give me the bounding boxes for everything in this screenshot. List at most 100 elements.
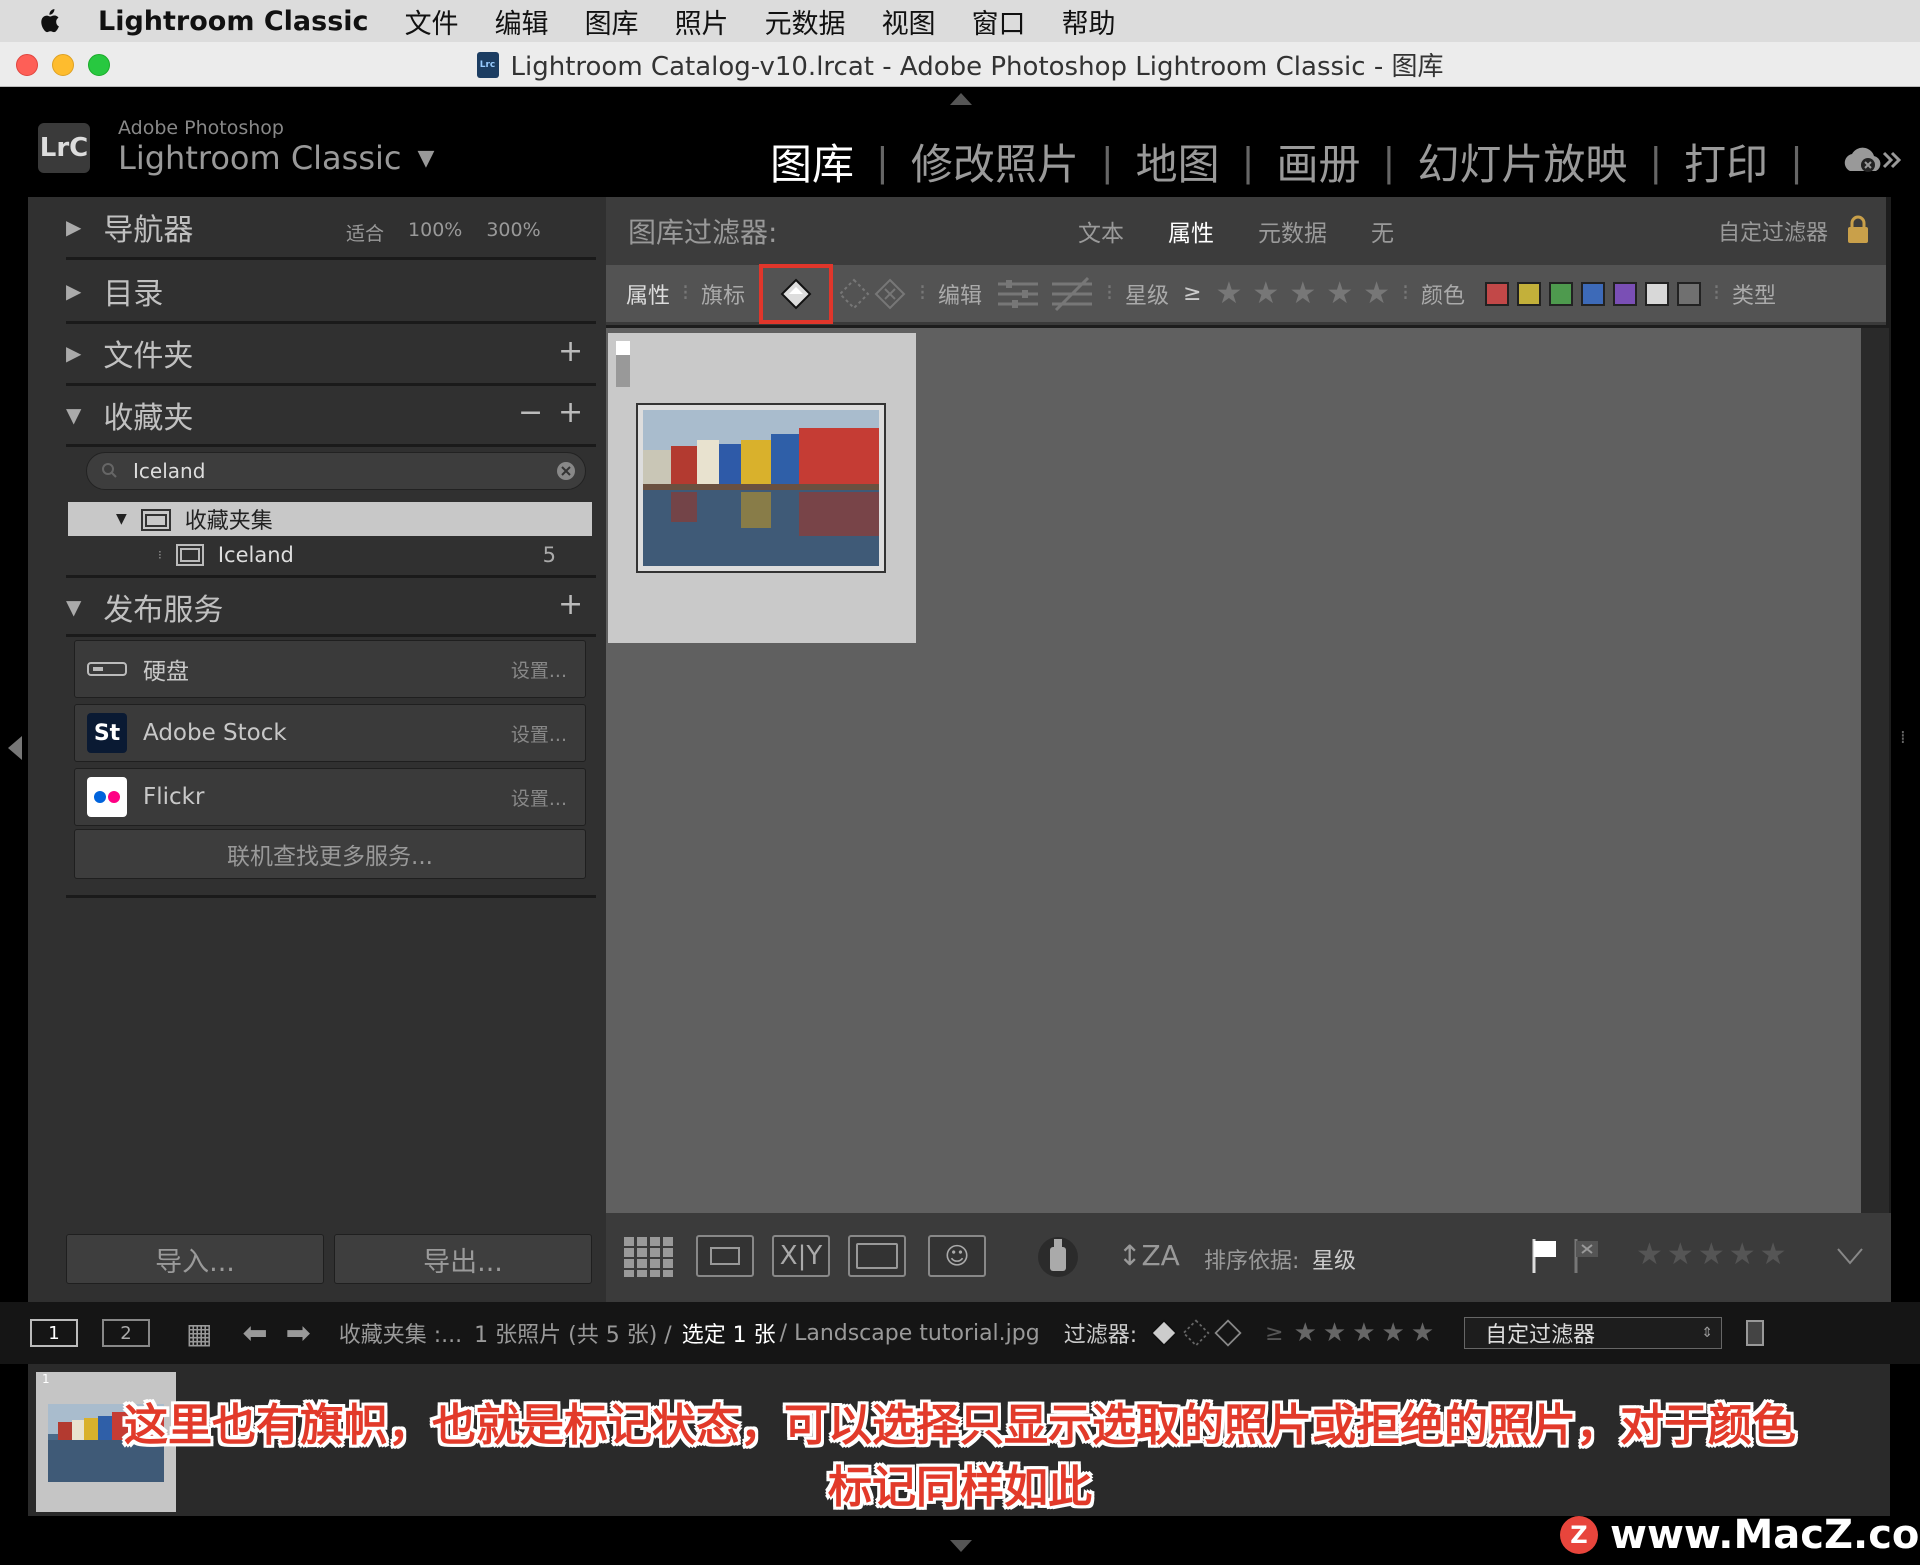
color-swatch[interactable] — [1485, 281, 1510, 306]
photo-thumbnail[interactable] — [636, 403, 886, 573]
grid-nav-icon[interactable]: ▦ — [186, 1317, 212, 1350]
toolbar-options-chevron-icon[interactable] — [1836, 1247, 1864, 1265]
publish-service-harddrive[interactable]: 硬盘 设置... — [74, 640, 586, 698]
edited-filter-icon[interactable] — [996, 276, 1040, 312]
pick-flag-icon[interactable] — [779, 277, 813, 311]
filmstrip-source[interactable]: 收藏夹集 :... — [339, 1317, 462, 1349]
star-icon[interactable]: ★ — [1216, 276, 1243, 311]
star-icon[interactable]: ★ — [1382, 1318, 1405, 1348]
menu-photo[interactable]: 照片 — [675, 2, 729, 41]
filter-tab-text[interactable]: 文本 — [1056, 214, 1146, 248]
star-icon[interactable]: ★ — [1729, 1237, 1756, 1272]
filmstrip-rating-operator[interactable]: ≥ — [1265, 1321, 1283, 1346]
add-publish-service-icon[interactable]: + — [558, 587, 583, 622]
folders-header[interactable]: ▶ 文件夹 — [66, 325, 604, 381]
grid-scrollbar[interactable] — [1861, 328, 1889, 1213]
rating-stars[interactable]: ★ ★ ★ ★ ★ — [1216, 276, 1391, 311]
painter-icon[interactable] — [1036, 1231, 1080, 1281]
star-icon[interactable]: ★ — [1326, 276, 1353, 311]
custom-filter-dropdown[interactable]: 自定过滤器 — [1718, 215, 1828, 247]
star-icon[interactable]: ★ — [1363, 276, 1390, 311]
flag-pick-icon[interactable] — [1530, 1237, 1560, 1275]
unflagged-filter-icon[interactable] — [837, 277, 871, 311]
primary-window-button[interactable]: 1 — [30, 1319, 78, 1347]
filter-tab-none[interactable]: 无 — [1349, 214, 1416, 248]
forward-arrow-icon[interactable]: ➡ — [286, 1316, 311, 1351]
identity-plate[interactable]: Lightroom Classic ▼ — [118, 139, 434, 177]
star-icon[interactable]: ★ — [1323, 1318, 1346, 1348]
star-icon[interactable]: ★ — [1294, 1318, 1317, 1348]
service-setup-link[interactable]: 设置... — [511, 784, 567, 811]
import-button[interactable]: 导入... — [66, 1234, 324, 1284]
star-icon[interactable]: ★ — [1698, 1237, 1725, 1272]
star-icon[interactable]: ★ — [1636, 1237, 1663, 1272]
menu-view[interactable]: 视图 — [882, 2, 936, 41]
grid-view-icon[interactable] — [622, 1235, 680, 1279]
star-icon[interactable]: ★ — [1289, 276, 1316, 311]
collapse-left-panel-icon[interactable] — [8, 736, 22, 760]
module-map[interactable]: 地图 — [1136, 131, 1220, 192]
module-print[interactable]: 打印 — [1684, 131, 1768, 192]
cloud-sync-icon[interactable] — [1840, 143, 1904, 177]
star-icon[interactable]: ★ — [1252, 276, 1279, 311]
add-collection-icon[interactable]: + — [558, 395, 583, 430]
rejected-flag-filter-icon[interactable] — [873, 277, 907, 311]
module-slideshow[interactable]: 幻灯片放映 — [1417, 131, 1627, 192]
module-library[interactable]: 图库 — [770, 131, 854, 192]
toolbar-rating-stars[interactable]: ★ ★ ★ ★ ★ — [1636, 1237, 1787, 1272]
menu-library[interactable]: 图库 — [585, 2, 639, 41]
publish-service-adobe-stock[interactable]: St Adobe Stock 设置... — [74, 704, 586, 762]
export-button[interactable]: 导出... — [334, 1234, 592, 1284]
remove-collection-icon[interactable]: − — [518, 395, 543, 430]
publish-services-header[interactable]: ▼ 发布服务 — [66, 579, 604, 635]
lock-icon[interactable] — [1846, 215, 1870, 245]
collection-row-iceland[interactable]: ⁝ Iceland 5 — [68, 537, 592, 573]
color-swatch[interactable] — [1613, 281, 1638, 306]
menu-metadata[interactable]: 元数据 — [765, 2, 846, 41]
add-folder-icon[interactable]: + — [558, 334, 583, 369]
filmstrip-pick-flag-icon[interactable] — [1149, 1318, 1179, 1348]
filmstrip-rating-stars[interactable]: ★ ★ ★ ★ ★ — [1294, 1318, 1435, 1348]
publish-service-flickr[interactable]: Flickr 设置... — [74, 768, 586, 826]
secondary-window-button[interactable]: 2 — [102, 1319, 150, 1347]
menu-help[interactable]: 帮助 — [1062, 2, 1116, 41]
star-icon[interactable]: ★ — [1352, 1318, 1375, 1348]
collapse-filmstrip-icon[interactable] — [950, 1540, 972, 1552]
service-setup-link[interactable]: 设置... — [511, 720, 567, 747]
apple-icon[interactable] — [38, 8, 60, 34]
zoom-fit[interactable]: 适合 — [346, 219, 384, 246]
filmstrip-unflagged-icon[interactable] — [1181, 1318, 1211, 1348]
clear-search-icon[interactable] — [555, 460, 577, 482]
color-swatch[interactable] — [1549, 281, 1574, 306]
flag-reject-icon[interactable] — [1572, 1237, 1602, 1275]
filter-tab-attribute[interactable]: 属性 — [1146, 214, 1236, 248]
filmstrip-custom-filter-dropdown[interactable]: 自定过滤器 ⇕ — [1464, 1317, 1723, 1349]
star-icon[interactable]: ★ — [1760, 1237, 1787, 1272]
compare-view-icon[interactable]: X|Y — [772, 1235, 830, 1277]
collapse-top-panel-icon[interactable] — [950, 93, 972, 105]
filter-tab-metadata[interactable]: 元数据 — [1236, 214, 1349, 248]
loupe-view-icon[interactable] — [696, 1235, 754, 1277]
unedited-filter-icon[interactable] — [1050, 276, 1094, 312]
zoom-300[interactable]: 300% — [486, 219, 540, 246]
star-icon[interactable]: ★ — [1667, 1237, 1694, 1272]
find-more-services-button[interactable]: 联机查找更多服务... — [74, 829, 586, 879]
rating-operator[interactable]: ≥ — [1183, 281, 1201, 306]
menu-app-name[interactable]: Lightroom Classic — [98, 6, 369, 37]
filmstrip-rejected-icon[interactable] — [1213, 1318, 1243, 1348]
expand-right-panel-icon[interactable]: ⁞ — [1900, 727, 1906, 748]
color-swatch[interactable] — [1581, 281, 1606, 306]
back-arrow-icon[interactable]: ⬅ — [242, 1316, 267, 1351]
survey-view-icon[interactable] — [848, 1235, 906, 1277]
collection-search-field[interactable]: Iceland — [86, 452, 586, 490]
service-setup-link[interactable]: 设置... — [511, 656, 567, 683]
menu-file[interactable]: 文件 — [405, 2, 459, 41]
people-view-icon[interactable]: ☺ — [928, 1235, 986, 1277]
zoom-100[interactable]: 100% — [408, 219, 462, 246]
color-swatch[interactable] — [1517, 281, 1542, 306]
star-icon[interactable]: ★ — [1411, 1318, 1434, 1348]
module-book[interactable]: 画册 — [1276, 131, 1360, 192]
sort-value-dropdown[interactable]: 星级 — [1312, 1243, 1356, 1275]
quick-collection-marker[interactable] — [616, 341, 630, 355]
menu-window[interactable]: 窗口 — [972, 2, 1026, 41]
